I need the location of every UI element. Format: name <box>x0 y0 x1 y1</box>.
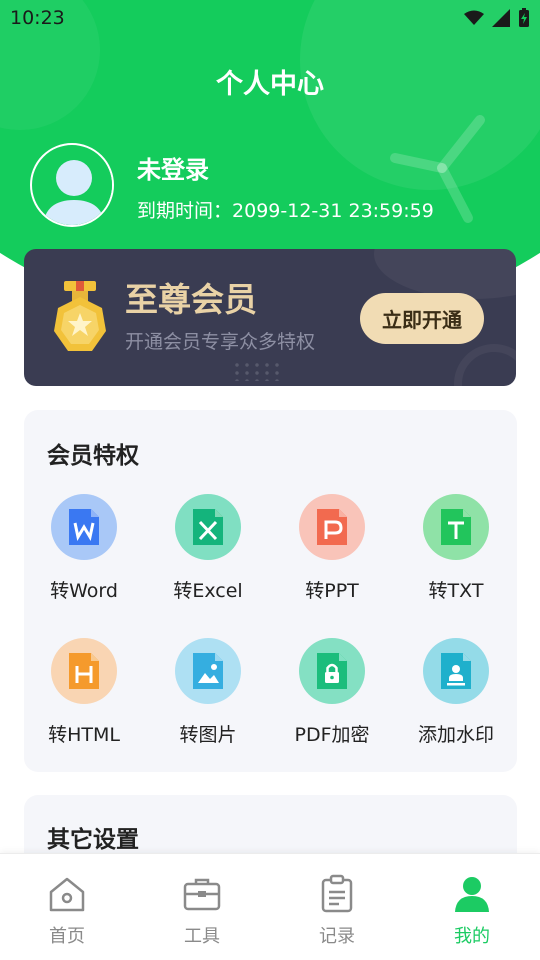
open-vip-button[interactable]: 立即开通 <box>360 293 484 344</box>
vip-title: 至尊会员 <box>125 280 257 319</box>
feature-to-word[interactable]: 转Word <box>34 494 134 603</box>
feature-label: 转Excel <box>173 580 243 602</box>
battery-icon <box>519 8 529 27</box>
tab-label: 工具 <box>184 926 220 947</box>
tab-tools[interactable]: 工具 <box>162 874 242 948</box>
privileges-title: 会员特权 <box>47 443 139 469</box>
toolbox-icon <box>183 878 221 911</box>
feature-to-image[interactable]: 转图片 <box>158 638 258 747</box>
feature-label: PDF加密 <box>294 724 370 746</box>
tab-label: 首页 <box>49 926 85 947</box>
html-icon <box>69 653 99 689</box>
feature-to-txt[interactable]: 转TXT <box>406 494 506 603</box>
feature-to-excel[interactable]: 转Excel <box>158 494 258 603</box>
feature-to-html[interactable]: 转HTML <box>34 638 134 747</box>
feature-label: 添加水印 <box>417 724 494 746</box>
ppt-icon <box>317 509 347 545</box>
user-name[interactable]: 未登录 <box>137 150 209 185</box>
expire-label: 到期时间： <box>137 200 233 222</box>
status-time: 10:23 <box>10 7 65 29</box>
excel-icon <box>193 509 223 545</box>
feature-add-watermark[interactable]: 添加水印 <box>406 638 506 747</box>
clipboard-icon <box>321 874 353 913</box>
medal-icon <box>54 281 106 351</box>
expire-time: 到期时间：2099-12-31 23:59:59 <box>137 196 434 223</box>
tab-home[interactable]: 首页 <box>27 874 107 948</box>
status-bar: 10:23 <box>0 0 540 36</box>
feature-label: 转TXT <box>428 580 484 602</box>
tab-label: 我的 <box>454 926 490 947</box>
avatar[interactable] <box>30 143 114 227</box>
feature-label: 转PPT <box>305 580 359 602</box>
feature-to-ppt[interactable]: 转PPT <box>282 494 382 603</box>
feature-label: 转HTML <box>48 724 120 746</box>
lock-file-icon <box>317 653 347 689</box>
feature-pdf-encrypt[interactable]: PDF加密 <box>282 638 382 747</box>
signal-icon <box>492 9 510 27</box>
bottom-tab-bar: 首页 工具 记录 我的 <box>0 853 540 960</box>
user-icon <box>455 877 489 912</box>
feature-label: 转Word <box>50 580 118 602</box>
feature-label: 转图片 <box>179 724 237 746</box>
tab-records[interactable]: 记录 <box>297 874 377 948</box>
user-avatar-icon <box>34 147 112 225</box>
txt-icon <box>441 509 471 545</box>
tab-mine[interactable]: 我的 <box>432 874 512 948</box>
page-title: 个人中心 <box>216 69 324 100</box>
watermark-icon <box>441 653 471 689</box>
settings-title: 其它设置 <box>47 827 139 853</box>
tab-label: 记录 <box>319 926 355 947</box>
image-icon <box>193 653 223 689</box>
vip-card[interactable]: 至尊会员 开通会员专享众多特权 立即开通 <box>24 249 516 386</box>
expire-value: 2099-12-31 23:59:59 <box>232 200 434 222</box>
privileges-panel: 会员特权 转Word 转Excel 转PPT 转TXT 转HTML 转图片 PD… <box>24 410 517 772</box>
home-icon <box>49 877 85 912</box>
wifi-icon <box>464 10 484 25</box>
word-icon <box>69 509 99 545</box>
vip-subtitle: 开通会员专享众多特权 <box>125 331 316 353</box>
